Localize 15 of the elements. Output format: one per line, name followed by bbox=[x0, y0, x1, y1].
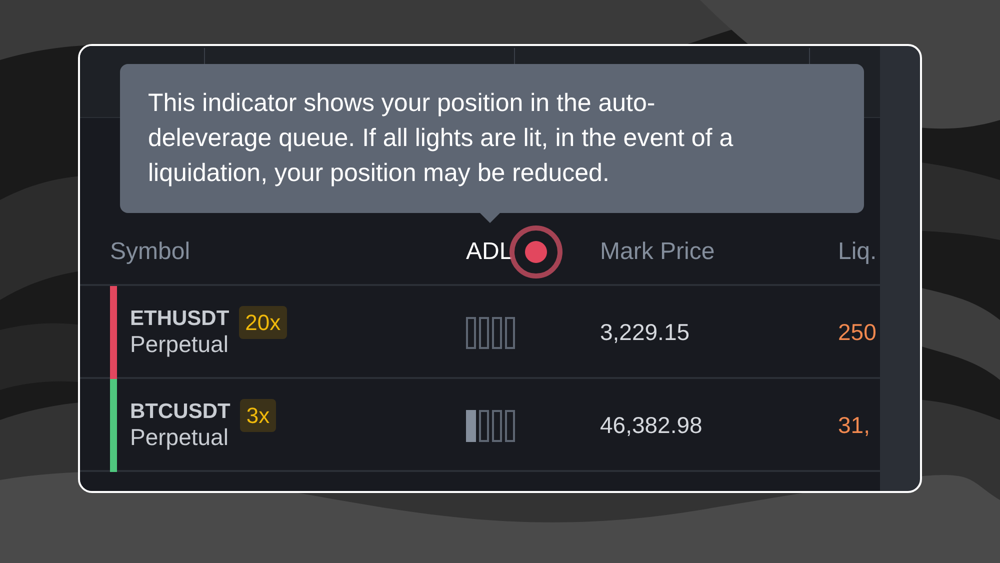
tooltip-arrow bbox=[480, 213, 500, 223]
column-header: Liq. bbox=[838, 237, 877, 267]
tooltip: This indicator shows your position in the auto-deleverage queue. If all lights are lit, in the event of a liquidation, your position may be reduced. bbox=[120, 64, 864, 213]
symbol-name: ETHUSDT bbox=[130, 307, 230, 332]
contract-type: Perpetual bbox=[130, 424, 230, 451]
mark-price: 46,382.98 bbox=[600, 411, 704, 440]
mark-price: 3,229.15 bbox=[600, 318, 691, 348]
column-header: Symbol bbox=[110, 237, 190, 267]
column-header: Mark Price bbox=[600, 237, 715, 267]
liquidation-price: 250 bbox=[838, 318, 878, 348]
liquidation-price: 31, bbox=[838, 411, 871, 440]
symbol-name: BTCUSDT bbox=[130, 400, 230, 424]
leverage-tag: 3x bbox=[240, 399, 276, 432]
leverage-tag: 20x bbox=[239, 306, 287, 339]
contract-type: Perpetual bbox=[130, 331, 230, 358]
